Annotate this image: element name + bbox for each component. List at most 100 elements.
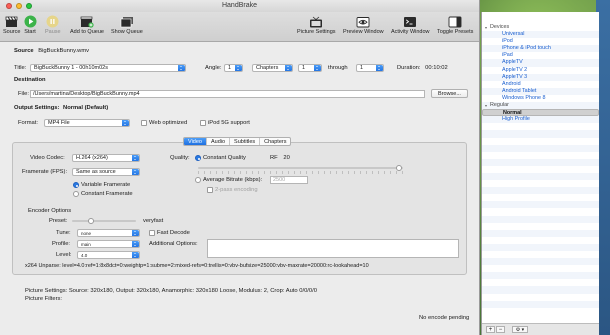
picture-filters-summary: Picture Filters: <box>25 296 63 302</box>
preset-item[interactable]: AppleTV 3 <box>482 73 599 81</box>
preset-item[interactable]: iPod <box>482 38 599 45</box>
clapperboard-icon <box>5 15 19 28</box>
duration-row: Duration: 00:10:02 <box>397 65 448 71</box>
remove-preset-button[interactable]: − <box>496 326 505 333</box>
encoder-preset-knob[interactable] <box>88 218 94 224</box>
title-select[interactable]: BigBuckBunny 1 - 00h10m02s <box>30 64 186 72</box>
preset-item[interactable]: Android <box>482 81 599 88</box>
variable-framerate-radio[interactable] <box>73 182 79 188</box>
ipod-support-checkbox[interactable] <box>200 120 206 126</box>
fast-decode-checkbox[interactable] <box>149 230 155 236</box>
output-preset-name: Normal (Default) <box>63 105 109 111</box>
rf-value: 20 <box>283 155 290 161</box>
preset-item[interactable]: Android Tablet <box>482 87 599 95</box>
preset-options-button[interactable]: ⚙ ▾ <box>512 326 528 333</box>
empty-row <box>482 243 599 251</box>
empty-row <box>482 258 599 266</box>
chevron-updown-icon <box>285 65 292 71</box>
source-row: Source BigBuckBunny.wmv <box>14 48 89 54</box>
settings-tabs: Video Audio Subtitles Chapters <box>183 137 292 146</box>
range-type-select[interactable]: Chapters <box>252 64 293 72</box>
picture-settings-button[interactable]: Picture Settings <box>297 15 336 35</box>
constant-quality-radio[interactable] <box>195 155 201 161</box>
framerate-select[interactable]: Same as source <box>72 168 140 176</box>
range-from-select[interactable]: 1 <box>298 64 322 72</box>
profile-select[interactable]: main <box>77 240 140 248</box>
empty-row <box>482 279 599 286</box>
show-queue-button[interactable]: Show Queue <box>111 15 143 35</box>
empty-row <box>482 201 599 209</box>
start-button[interactable]: Start <box>23 15 37 35</box>
constant-framerate-radio[interactable] <box>73 191 79 197</box>
empty-row <box>482 237 599 244</box>
pause-button[interactable]: Pause <box>45 15 61 35</box>
add-preset-button[interactable]: + <box>486 326 495 333</box>
drawer-icon <box>448 15 462 28</box>
preset-item[interactable]: iPad <box>482 52 599 59</box>
average-bitrate-radio[interactable] <box>195 177 201 183</box>
angle-label: Angle: <box>205 65 222 71</box>
chevron-updown-icon <box>178 65 185 71</box>
tab-chapters[interactable]: Chapters <box>260 138 290 145</box>
preset-label: Preset: <box>49 218 68 224</box>
preset-group-regular[interactable]: Regular <box>482 102 599 110</box>
empty-row <box>482 138 599 145</box>
empty-row <box>482 208 599 215</box>
angle-select[interactable]: 1 <box>224 64 243 72</box>
terminal-icon <box>403 15 417 28</box>
activity-window-button[interactable]: Activity Window <box>391 15 430 35</box>
bitrate-field[interactable]: 2500 <box>270 176 308 184</box>
preset-item[interactable]: High Profile <box>482 116 599 124</box>
toggle-presets-button[interactable]: Toggle Presets <box>437 15 473 35</box>
range-from-value: 1 <box>302 65 306 71</box>
empty-row <box>482 300 599 308</box>
tab-subtitles[interactable]: Subtitles <box>230 138 261 145</box>
web-optimized-label: Web optimized <box>149 120 188 126</box>
title-bar: HandBrake <box>0 0 479 12</box>
level-select[interactable]: 4.0 <box>77 251 140 259</box>
toolbar: Source Start Pause Add to Queue Show Que… <box>0 12 479 42</box>
chevron-updown-icon <box>132 155 139 161</box>
additional-options-label: Additional Options: <box>149 241 198 247</box>
preset-item[interactable]: AppleTV 2 <box>482 67 599 74</box>
file-path-field[interactable]: /Users/martina/Desktop/BigBuckBunny.mp4 <box>30 90 425 98</box>
empty-row <box>482 194 599 201</box>
additional-options-field[interactable] <box>207 239 459 258</box>
video-codec-select[interactable]: H.264 (x264) <box>72 154 140 162</box>
title-value: BigBuckBunny 1 - 00h10m02s <box>34 65 108 71</box>
format-label: Format: <box>18 120 38 126</box>
quality-slider-ticks <box>198 171 403 174</box>
preset-item[interactable]: iPhone & iPod touch <box>482 45 599 53</box>
rf-row: RF 20 <box>270 155 290 161</box>
quality-slider[interactable] <box>198 167 403 169</box>
add-to-queue-button[interactable]: Add to Queue <box>70 15 104 35</box>
empty-row <box>482 123 599 130</box>
browse-button[interactable]: Browse... <box>431 89 468 98</box>
chevron-updown-icon <box>376 65 383 71</box>
web-optimized-checkbox[interactable] <box>141 120 147 126</box>
preset-group-devices[interactable]: Devices <box>482 24 599 31</box>
tab-audio[interactable]: Audio <box>207 138 231 145</box>
format-select[interactable]: MP4 File <box>44 119 130 127</box>
presets-list-spacer <box>482 12 599 24</box>
source-file: BigBuckBunny.wmv <box>38 48 90 54</box>
two-pass-checkbox[interactable] <box>207 187 213 193</box>
source-button[interactable]: Source <box>3 15 20 35</box>
preset-item[interactable]: Windows Phone 8 <box>482 95 599 102</box>
preset-item[interactable]: AppleTV <box>482 59 599 67</box>
range-to-select[interactable]: 1 <box>356 64 384 72</box>
empty-row <box>482 286 599 294</box>
presets-drawer: Devices Universal iPod iPhone & iPod touch i… <box>481 12 599 335</box>
empty-row <box>482 152 599 159</box>
preset-item[interactable]: Normal <box>482 109 599 117</box>
encoder-preset-slider[interactable] <box>72 220 136 222</box>
tune-select[interactable]: none <box>77 229 140 237</box>
level-value: 4.0 <box>81 253 88 258</box>
range-to-value: 1 <box>360 65 364 71</box>
x264-unparse: x264 Unparse: level=4.0:ref=1:8x8dct=0:w… <box>25 263 369 269</box>
preview-window-button[interactable]: Preview Window <box>343 15 384 35</box>
empty-row <box>482 172 599 181</box>
tab-video[interactable]: Video <box>184 138 207 145</box>
duration-label: Duration: <box>397 65 421 71</box>
preset-item[interactable]: Universal <box>482 31 599 39</box>
